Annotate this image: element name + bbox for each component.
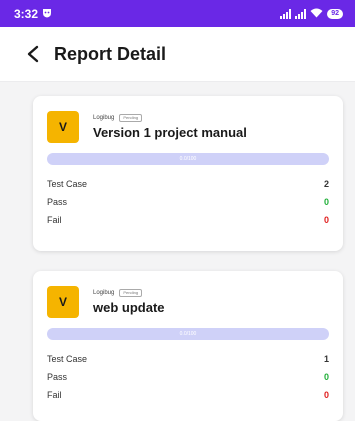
- project-name: web update: [93, 300, 165, 315]
- wifi-icon: [310, 7, 323, 21]
- stat-row-pass: Pass 0: [47, 193, 329, 211]
- stat-row-test-case: Test Case 2: [47, 175, 329, 193]
- stat-row-pass: Pass 0: [47, 368, 329, 386]
- app-header: Report Detail: [0, 27, 355, 81]
- stat-value: 0: [323, 390, 329, 400]
- project-name: Version 1 project manual: [93, 125, 247, 140]
- status-badge: Pending: [119, 114, 143, 122]
- stat-label: Test Case: [47, 354, 88, 364]
- stat-value: 0: [323, 197, 329, 207]
- stat-label: Fail: [47, 390, 62, 400]
- company-name: Logibug: [93, 290, 115, 296]
- project-avatar: V: [47, 286, 79, 318]
- status-time: 3:32: [14, 6, 39, 21]
- stats-list: Test Case 2 Pass 0 Fail 0: [47, 175, 329, 229]
- signal-icon: [280, 8, 292, 19]
- project-meta: Logibug Pending web update: [93, 289, 165, 315]
- battery-icon: 92: [327, 8, 343, 19]
- stat-row-fail: Fail 0: [47, 211, 329, 229]
- progress-text: 0.0/100: [179, 156, 197, 162]
- project-meta-top: Logibug Pending: [93, 289, 165, 297]
- stat-row-fail: Fail 0: [47, 386, 329, 404]
- stat-label: Test Case: [47, 179, 88, 189]
- report-card[interactable]: V Logibug Pending Version 1 project manu…: [33, 96, 343, 251]
- stat-value: 0: [323, 215, 329, 225]
- project-meta: Logibug Pending Version 1 project manual: [93, 114, 247, 140]
- project-meta-top: Logibug Pending: [93, 114, 247, 122]
- chevron-left-icon: [27, 45, 39, 63]
- stat-value: 0: [323, 372, 329, 382]
- stats-list: Test Case 1 Pass 0 Fail 0: [47, 350, 329, 404]
- stat-value: 1: [323, 354, 329, 364]
- stat-label: Fail: [47, 215, 62, 225]
- report-card-header: V Logibug Pending Version 1 project manu…: [47, 96, 329, 143]
- status-bar-right: 92: [280, 7, 343, 21]
- company-name: Logibug: [93, 115, 115, 121]
- stat-value: 2: [323, 179, 329, 189]
- progress-text: 0.0/100: [179, 331, 197, 337]
- stat-label: Pass: [47, 197, 68, 207]
- page-title: Report Detail: [54, 43, 167, 64]
- report-card[interactable]: V Logibug Pending web update 0.0/100 Tes…: [33, 271, 343, 421]
- stat-label: Pass: [47, 372, 68, 382]
- shield-icon: [42, 7, 52, 21]
- signal-icon-2: [295, 8, 307, 19]
- report-list[interactable]: V Logibug Pending Version 1 project manu…: [0, 81, 355, 421]
- status-badge: Pending: [119, 289, 143, 297]
- back-button[interactable]: [26, 45, 44, 63]
- status-bar: 3:32 92: [0, 0, 355, 27]
- progress-bar: 0.0/100: [47, 153, 329, 165]
- stat-row-test-case: Test Case 1: [47, 350, 329, 368]
- status-bar-left: 3:32: [14, 7, 52, 21]
- project-avatar: V: [47, 111, 79, 143]
- report-card-header: V Logibug Pending web update: [47, 271, 329, 318]
- progress-bar: 0.0/100: [47, 328, 329, 340]
